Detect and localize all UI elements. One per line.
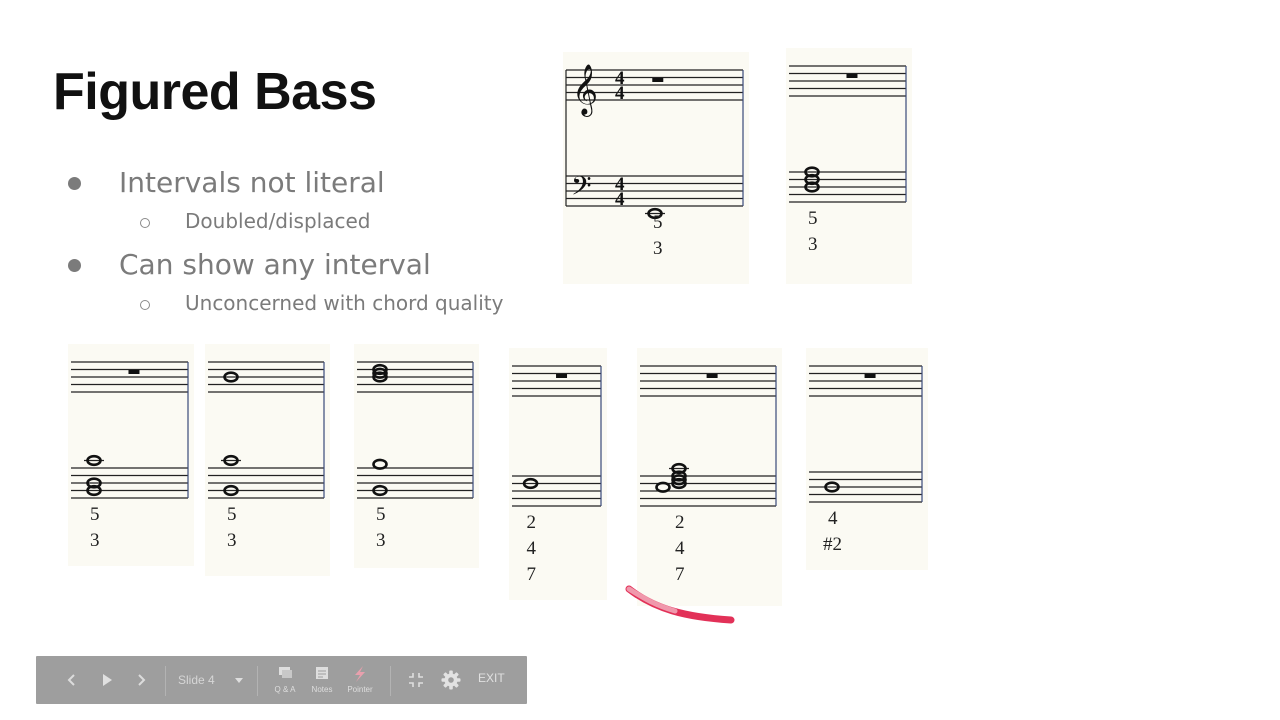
music-example: 53 xyxy=(786,48,912,284)
sub-bullet-circle-icon xyxy=(140,218,150,228)
chevron-left-icon xyxy=(67,674,75,686)
figured-bass-number: 5 xyxy=(653,212,663,233)
figured-bass-number: #2 xyxy=(823,534,842,555)
sub-bullet-text: Unconcerned with chord quality xyxy=(185,291,504,315)
notes-icon xyxy=(316,667,328,679)
time-signature-digit: 4 xyxy=(615,83,625,104)
music-example: 𝄞 𝄢 4 4 4 4 5 3 xyxy=(563,52,749,284)
exit-fullscreen-button[interactable] xyxy=(406,670,426,690)
whole-note xyxy=(372,458,388,470)
exit-button[interactable]: EXIT xyxy=(478,671,505,685)
slide-select-value: Slide 4 xyxy=(178,673,215,687)
whole-rest xyxy=(864,374,876,378)
whole-note xyxy=(655,481,671,493)
laser-pointer-icon xyxy=(355,666,365,682)
whole-rest xyxy=(556,374,568,378)
figured-bass-number: 3 xyxy=(376,530,386,551)
music-example: 53 xyxy=(354,344,479,568)
toolbar-divider xyxy=(257,666,258,696)
treble-clef: 𝄞 xyxy=(572,64,598,117)
pointer-label: Pointer xyxy=(347,685,373,694)
figured-bass-number: 7 xyxy=(527,564,537,585)
bullet-text: Intervals not literal xyxy=(119,166,385,199)
sub-bullet-text: Doubled/displaced xyxy=(185,209,371,233)
figured-bass-number: 3 xyxy=(90,530,100,551)
toolbar-divider xyxy=(390,666,391,696)
music-example: 2 4 7 xyxy=(637,348,782,606)
music-example: 53 xyxy=(205,344,330,576)
compress-icon xyxy=(409,673,423,687)
grand-staff: 53 xyxy=(208,361,325,551)
qa-chat-icon xyxy=(279,667,292,678)
sub-bullet-item: Doubled/displaced xyxy=(66,206,503,248)
slide-title: Figured Bass xyxy=(53,63,377,121)
whole-rest xyxy=(652,78,664,82)
grand-staff: 53 xyxy=(357,361,474,551)
notes-button[interactable]: Notes xyxy=(302,664,342,700)
grand-staff: 4#2 xyxy=(809,365,923,555)
figured-bass-number: 5 xyxy=(808,208,818,229)
notes-label: Notes xyxy=(311,685,333,694)
figured-bass-number: 7 xyxy=(675,564,685,585)
chevron-right-icon xyxy=(138,674,146,686)
play-button[interactable] xyxy=(98,668,116,692)
time-signature-digit: 4 xyxy=(615,189,625,210)
toolbar-divider xyxy=(165,666,166,696)
presenter-toolbar: Slide 4 Q & A Notes Pointer EXIT xyxy=(36,656,527,704)
grand-staff: 2 4 7 xyxy=(512,365,602,585)
grand-staff: 2 4 7 xyxy=(640,365,777,585)
bullet-text: Can show any interval xyxy=(119,248,431,281)
laser-pointer-trail xyxy=(625,585,735,624)
figured-bass-number: 5 xyxy=(90,504,100,525)
figured-bass-number: 2 xyxy=(527,512,537,533)
caret-down-icon xyxy=(235,678,243,683)
bass-clef: 𝄢 xyxy=(571,170,592,208)
qa-label: Q & A xyxy=(274,685,296,694)
sub-bullet-item: Unconcerned with chord quality xyxy=(66,288,503,330)
figured-bass-number: 3 xyxy=(808,234,818,255)
slide-select-dropdown[interactable]: Slide 4 xyxy=(178,670,248,690)
gear-icon xyxy=(441,670,461,690)
figured-bass-number: 4 xyxy=(675,538,685,559)
figured-bass-number: 2 xyxy=(675,512,685,533)
grand-staff: 53 xyxy=(789,65,907,255)
play-icon xyxy=(103,674,112,686)
grand-staff: 𝄞𝄢444453 xyxy=(565,64,744,259)
figured-bass-number: 3 xyxy=(227,530,237,551)
bullet-list: Intervals not literal Doubled/displaced … xyxy=(66,166,503,330)
figured-bass-number: 4 xyxy=(828,508,838,529)
qa-button[interactable]: Q & A xyxy=(265,664,305,700)
sub-bullet-circle-icon xyxy=(140,300,150,310)
music-example: 4 #2 xyxy=(806,348,928,570)
bullet-item: Intervals not literal xyxy=(66,166,503,206)
figured-bass-number: 3 xyxy=(653,238,663,259)
bullet-dot-icon xyxy=(68,177,81,190)
music-example: 53 xyxy=(68,344,194,566)
figured-bass-number: 5 xyxy=(227,504,237,525)
grand-staff: 53 xyxy=(71,361,189,551)
bullet-item: Can show any interval xyxy=(66,248,503,288)
figured-bass-number: 5 xyxy=(376,504,386,525)
whole-rest xyxy=(846,74,858,78)
pointer-button[interactable]: Pointer xyxy=(340,664,380,700)
figured-bass-number: 4 xyxy=(527,538,537,559)
whole-rest xyxy=(128,370,140,374)
bullet-dot-icon xyxy=(68,259,81,272)
music-example: 2 4 7 xyxy=(509,348,607,600)
next-slide-button[interactable] xyxy=(132,668,150,692)
whole-rest xyxy=(706,374,718,378)
prev-slide-button[interactable] xyxy=(62,668,80,692)
settings-button[interactable] xyxy=(440,669,462,691)
